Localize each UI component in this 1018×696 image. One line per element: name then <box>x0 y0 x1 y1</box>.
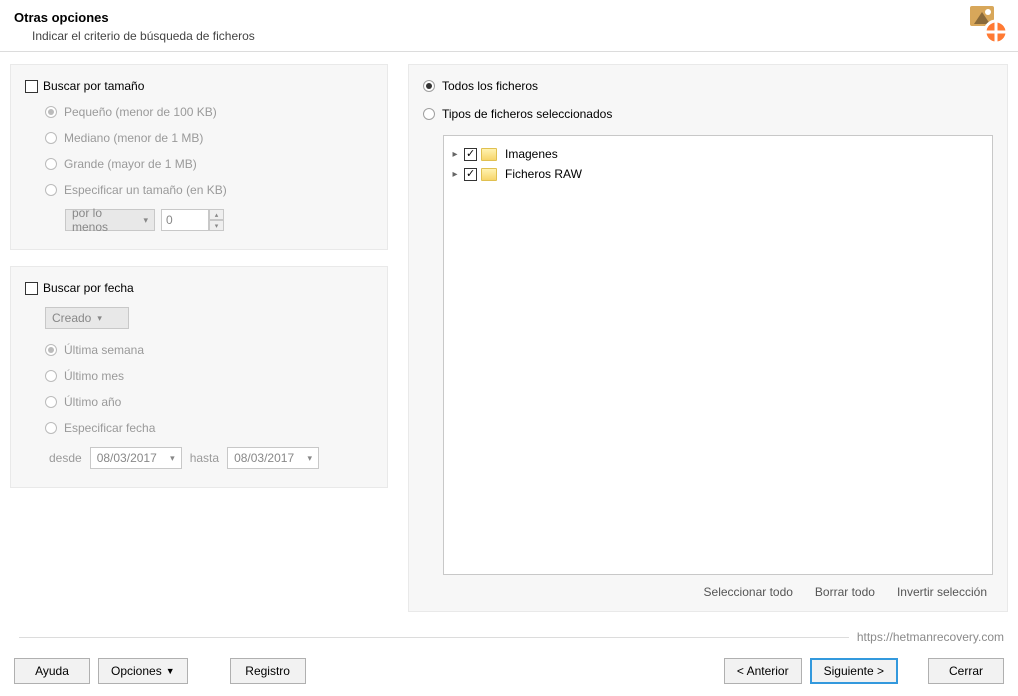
spin-up-icon[interactable]: ▴ <box>209 209 224 220</box>
tree-checkbox[interactable] <box>464 168 477 181</box>
size-specify-radio[interactable] <box>45 184 57 196</box>
size-specify-label: Especificar un tamaño (en KB) <box>64 183 227 197</box>
folder-icon <box>481 148 497 161</box>
size-large-radio[interactable] <box>45 158 57 170</box>
folder-icon <box>481 168 497 181</box>
footer-url[interactable]: https://hetmanrecovery.com <box>857 630 1004 644</box>
file-types-panel: Todos los ficheros Tipos de ficheros sel… <box>408 64 1008 612</box>
tree-label: Ficheros RAW <box>505 167 582 181</box>
app-logo-icon <box>968 4 1008 44</box>
wizard-header: Otras opciones Indicar el criterio de bú… <box>0 0 1018 52</box>
date-to-value: 08/03/2017 <box>234 451 294 465</box>
all-files-label: Todos los ficheros <box>442 79 538 93</box>
search-by-date-checkbox[interactable] <box>25 282 38 295</box>
options-button[interactable]: Opciones ▼ <box>98 658 188 684</box>
invert-selection-link[interactable]: Invertir selección <box>897 585 987 599</box>
tree-checkbox[interactable] <box>464 148 477 161</box>
tree-item-raw[interactable]: ▸ Ficheros RAW <box>450 164 986 184</box>
date-specify-radio[interactable] <box>45 422 57 434</box>
clear-all-link[interactable]: Borrar todo <box>815 585 875 599</box>
size-small-label: Pequeño (menor de 100 KB) <box>64 105 217 119</box>
chevron-down-icon: ▾ <box>308 453 313 464</box>
expand-icon[interactable]: ▸ <box>450 169 460 180</box>
date-to-input[interactable]: 08/03/2017 ▾ <box>227 447 319 469</box>
footer-url-row: https://hetmanrecovery.com <box>19 630 1004 644</box>
date-type-value: Creado <box>52 311 91 325</box>
help-button[interactable]: Ayuda <box>14 658 90 684</box>
wizard-footer: Ayuda Opciones ▼ Registro < Anterior Sig… <box>14 658 1004 684</box>
all-files-radio[interactable] <box>423 80 435 92</box>
log-button[interactable]: Registro <box>230 658 306 684</box>
selected-types-label: Tipos de ficheros seleccionados <box>442 107 612 121</box>
date-week-label: Última semana <box>64 343 144 357</box>
size-value-spinner[interactable]: ▴ ▾ <box>161 209 224 231</box>
size-small-radio[interactable] <box>45 106 57 118</box>
chevron-down-icon: ▾ <box>143 215 148 226</box>
size-medium-label: Mediano (menor de 1 MB) <box>64 131 203 145</box>
date-from-input[interactable]: 08/03/2017 ▾ <box>90 447 182 469</box>
tree-item-images[interactable]: ▸ Imagenes <box>450 144 986 164</box>
date-from-value: 08/03/2017 <box>97 451 157 465</box>
back-button[interactable]: < Anterior <box>724 658 802 684</box>
selected-types-radio[interactable] <box>423 108 435 120</box>
size-mode-value: por lo menos <box>72 206 137 234</box>
next-button[interactable]: Siguiente > <box>810 658 898 684</box>
close-button[interactable]: Cerrar <box>928 658 1004 684</box>
size-large-label: Grande (mayor de 1 MB) <box>64 157 197 171</box>
page-subtitle: Indicar el criterio de búsqueda de fiche… <box>32 29 1004 43</box>
size-mode-combo[interactable]: por lo menos ▾ <box>65 209 155 231</box>
date-specify-label: Especificar fecha <box>64 421 155 435</box>
page-title: Otras opciones <box>14 10 1004 25</box>
search-by-size-label: Buscar por tamaño <box>43 79 144 93</box>
size-medium-radio[interactable] <box>45 132 57 144</box>
date-to-label: hasta <box>190 451 219 465</box>
file-types-tree[interactable]: ▸ Imagenes ▸ Ficheros RAW <box>443 135 993 575</box>
date-month-label: Último mes <box>64 369 124 383</box>
tree-label: Imagenes <box>505 147 558 161</box>
search-by-date-label: Buscar por fecha <box>43 281 134 295</box>
date-month-radio[interactable] <box>45 370 57 382</box>
chevron-down-icon: ▾ <box>97 313 102 324</box>
date-type-combo[interactable]: Creado ▾ <box>45 307 129 329</box>
search-by-size-panel: Buscar por tamaño Pequeño (menor de 100 … <box>10 64 388 250</box>
spin-down-icon[interactable]: ▾ <box>209 220 224 231</box>
search-by-date-panel: Buscar por fecha Creado ▾ Última semana … <box>10 266 388 488</box>
size-value-input[interactable] <box>161 209 209 231</box>
date-year-radio[interactable] <box>45 396 57 408</box>
expand-icon[interactable]: ▸ <box>450 149 460 160</box>
date-week-radio[interactable] <box>45 344 57 356</box>
select-all-link[interactable]: Seleccionar todo <box>704 585 793 599</box>
date-from-label: desde <box>49 451 82 465</box>
search-by-size-checkbox[interactable] <box>25 80 38 93</box>
caret-down-icon: ▼ <box>166 666 175 676</box>
date-year-label: Último año <box>64 395 121 409</box>
chevron-down-icon: ▾ <box>170 453 175 464</box>
